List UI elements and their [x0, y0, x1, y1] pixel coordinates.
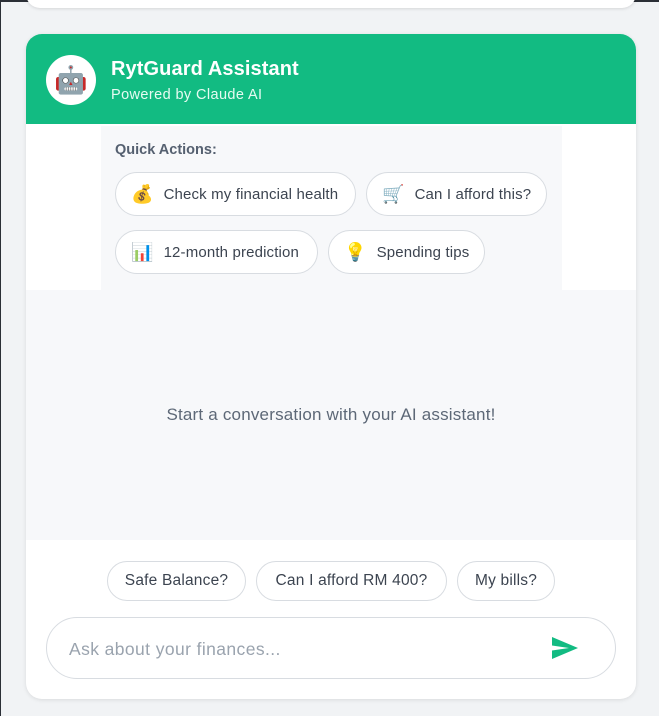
- chat-messages-area[interactable]: Start a conversation with your AI assist…: [26, 290, 636, 540]
- assistant-chat-card: 🤖 RytGuard Assistant Powered by Claude A…: [26, 34, 636, 699]
- quick-action-label: Check my financial health: [163, 185, 339, 203]
- robot-icon: 🤖: [46, 55, 96, 105]
- quick-action-label: Can I afford this?: [414, 185, 532, 203]
- assistant-title: RytGuard Assistant: [111, 58, 299, 80]
- message-input-box: [46, 617, 616, 680]
- window-edge-left: [0, 0, 1, 716]
- quick-action-prediction-button[interactable]: 📊 12-month prediction: [115, 230, 318, 274]
- suggestion-safe-balance-button[interactable]: Safe Balance?: [107, 561, 246, 601]
- send-button[interactable]: [547, 632, 583, 664]
- assistant-header: 🤖 RytGuard Assistant Powered by Claude A…: [26, 34, 636, 124]
- quick-action-label: 12-month prediction: [163, 243, 299, 261]
- light-bulb-icon: 💡: [344, 242, 367, 262]
- quick-action-financial-health-button[interactable]: 💰 Check my financial health: [115, 172, 356, 216]
- send-icon: [552, 637, 578, 659]
- quick-action-label: Spending tips: [376, 243, 470, 261]
- quick-action-afford-button[interactable]: 🛒 Can I afford this?: [366, 172, 547, 216]
- empty-chat-message: Start a conversation with your AI assist…: [166, 405, 496, 424]
- previous-card: [26, 0, 636, 8]
- suggestion-afford-rm400-button[interactable]: Can I afford RM 400?: [256, 561, 447, 601]
- assistant-subtitle: Powered by Claude AI: [111, 87, 263, 103]
- suggestion-my-bills-button[interactable]: My bills?: [457, 561, 555, 601]
- bar-chart-icon: 📊: [131, 242, 154, 262]
- quick-actions-panel: Quick Actions: 💰 Check my financial heal…: [101, 126, 562, 290]
- message-input[interactable]: [67, 618, 531, 680]
- shopping-cart-icon: 🛒: [382, 184, 405, 204]
- quick-actions-label: Quick Actions:: [115, 142, 217, 158]
- money-bag-icon: 💰: [131, 184, 154, 204]
- quick-action-spending-tips-button[interactable]: 💡 Spending tips: [328, 230, 485, 274]
